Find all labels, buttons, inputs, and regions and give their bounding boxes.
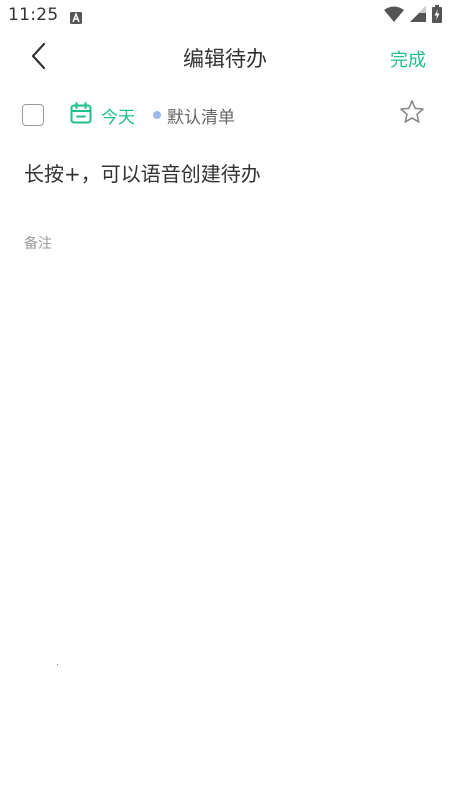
task-title-input[interactable]: 长按+，可以语音创建待办 <box>24 158 424 187</box>
star-icon <box>399 99 425 129</box>
list-selector[interactable]: 默认清单 <box>153 101 235 129</box>
status-time: 11:25 <box>8 5 59 25</box>
page-title: 编辑待办 <box>183 47 267 71</box>
complete-checkbox[interactable] <box>22 104 44 126</box>
due-date-label: 今天 <box>101 107 135 128</box>
keyboard-a-icon <box>70 9 82 24</box>
status-bar: 11:25 <box>0 0 450 32</box>
star-button[interactable] <box>398 100 426 128</box>
wifi-icon <box>384 6 404 26</box>
due-date-selector[interactable]: 今天 <box>69 101 135 129</box>
notes-input[interactable]: 备注 <box>24 233 424 253</box>
done-button[interactable]: 完成 <box>390 46 426 72</box>
list-name-label: 默认清单 <box>167 107 235 128</box>
cell-signal-icon <box>410 6 426 26</box>
task-meta-row: 今天 默认清单 <box>0 96 450 136</box>
status-icons <box>384 5 442 27</box>
battery-charging-icon <box>432 5 442 27</box>
artifact-dot <box>57 664 58 665</box>
list-color-dot <box>153 111 161 119</box>
calendar-icon <box>69 101 93 129</box>
header: 编辑待办 完成 <box>0 32 450 84</box>
